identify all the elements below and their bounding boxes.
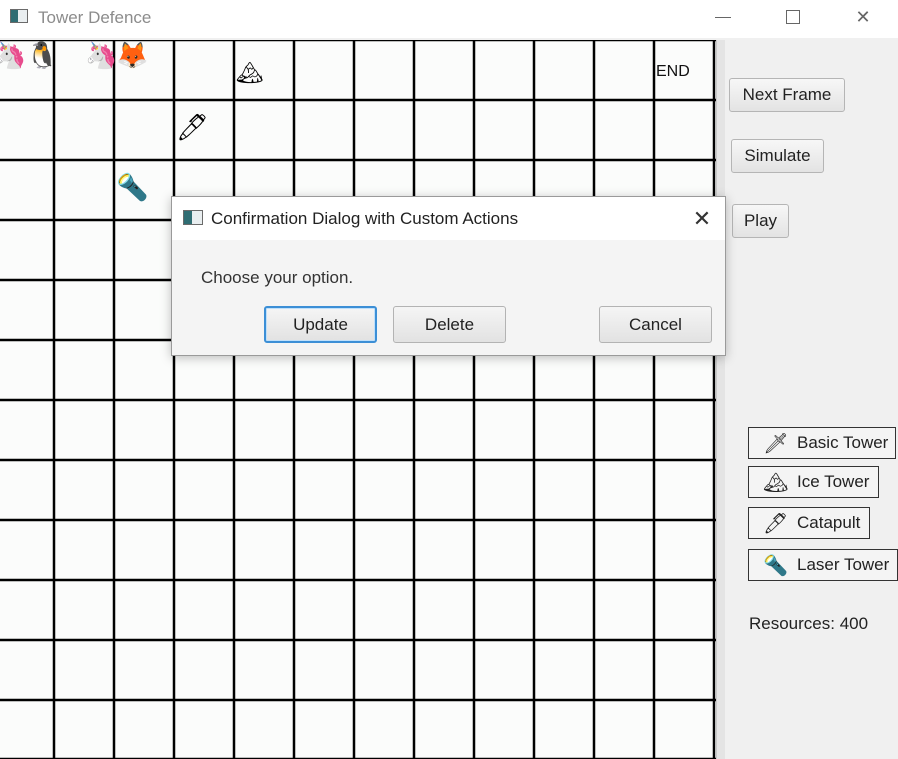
tower-label: Ice Tower	[797, 472, 870, 491]
dialog-app-icon	[183, 210, 203, 225]
confirmation-dialog: Confirmation Dialog with Custom Actions …	[171, 196, 726, 356]
catapult-tower: 🖊	[176, 112, 210, 142]
dialog-title: Confirmation Dialog with Custom Actions	[211, 209, 519, 228]
next-frame-button[interactable]: Next Frame	[729, 78, 845, 112]
pen-icon: 🖊	[763, 512, 789, 535]
minimize-icon[interactable]	[700, 0, 746, 34]
basic-tower-button[interactable]: 🗡 Basic Tower	[748, 427, 896, 459]
tower-label: Laser Tower	[797, 555, 890, 574]
app-icon	[10, 9, 28, 23]
grid-lines	[0, 40, 716, 759]
laser-tower-button[interactable]: 🔦 Laser Tower	[748, 549, 898, 581]
window-title: Tower Defence	[38, 8, 152, 27]
flashlight-icon: 🔦	[763, 554, 788, 577]
window-titlebar: Tower Defence ✕	[0, 0, 898, 38]
tower-label: Basic Tower	[797, 433, 889, 452]
dialog-close-icon[interactable]: ✕	[688, 205, 716, 233]
play-button[interactable]: Play	[732, 204, 789, 238]
tower-label: Catapult	[797, 513, 861, 532]
resources-label: Resources: 400	[749, 614, 869, 633]
fox-enemy: 🦊	[116, 40, 149, 70]
ice-tower-button[interactable]: 🏔 Ice Tower	[748, 466, 879, 498]
update-button[interactable]: Update	[264, 306, 377, 343]
penguin-enemy: 🐧	[26, 40, 59, 70]
ice-tower: 🏔	[236, 60, 264, 85]
game-board[interactable]: 🦄 🐧 🦄 🦊 🏔 🖊 🔦 END	[0, 40, 716, 759]
maximize-icon[interactable]	[770, 0, 816, 34]
unicorn-enemy: 🦄	[0, 40, 27, 70]
delete-button[interactable]: Delete	[393, 306, 506, 343]
laser-tower: 🔦	[116, 172, 149, 202]
end-label: END	[656, 63, 690, 80]
sword-icon: 🗡	[763, 432, 789, 455]
simulate-button[interactable]: Simulate	[731, 139, 824, 173]
mountain-icon: 🏔	[763, 471, 789, 494]
dialog-titlebar: Confirmation Dialog with Custom Actions …	[172, 197, 725, 240]
unicorn-enemy: 🦄	[85, 40, 118, 70]
catapult-button[interactable]: 🖊 Catapult	[748, 507, 870, 539]
close-icon[interactable]: ✕	[840, 0, 886, 34]
dialog-message: Choose your option.	[201, 268, 354, 287]
panel-divider	[716, 40, 725, 759]
cancel-button[interactable]: Cancel	[599, 306, 712, 343]
